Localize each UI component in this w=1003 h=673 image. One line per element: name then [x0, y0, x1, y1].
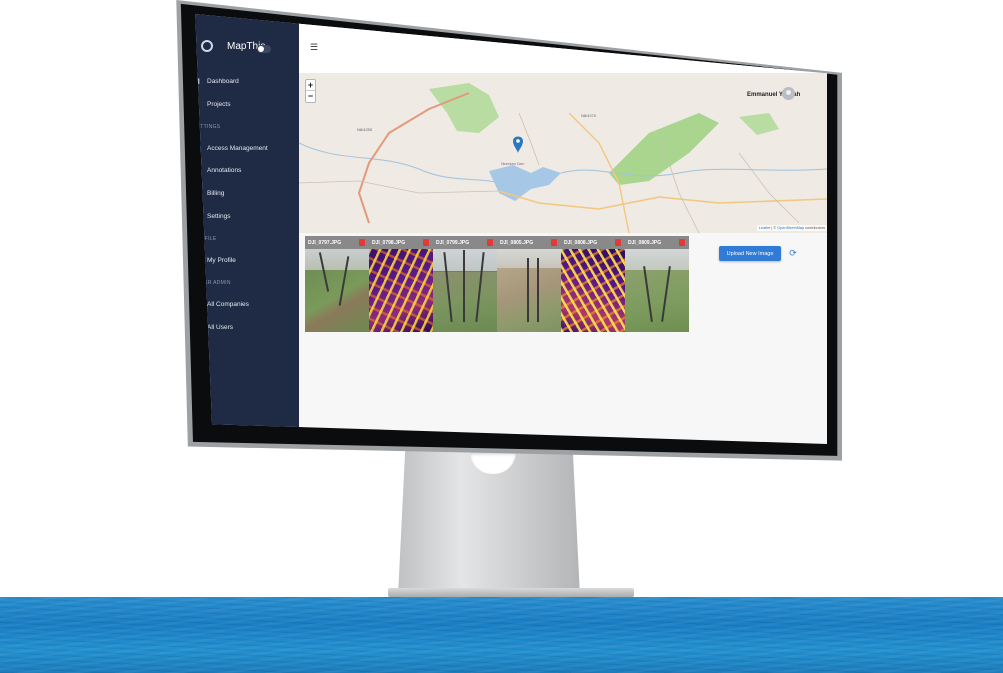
image-filename: DJI_0797.JPG [308, 239, 342, 246]
image-card-header: DJI_0808.JPG [561, 236, 625, 249]
sidebar-item-label: My Profile [207, 257, 236, 264]
road-minor [299, 180, 500, 194]
water-surface [0, 597, 1003, 673]
image-card[interactable]: DJI_0805.JPG [497, 236, 561, 332]
river [299, 142, 500, 184]
forest-area [429, 83, 499, 133]
leaflet-link[interactable]: Leaflet [759, 226, 770, 230]
image-filename: DJI_0799.JPG [436, 239, 470, 246]
thermal-image [561, 249, 625, 332]
thermal-image [369, 249, 433, 332]
photo-sky [305, 249, 369, 271]
lake [489, 165, 561, 201]
image-card-header: DJI_0798.JPG [369, 236, 433, 249]
monitor-stand-base [388, 588, 634, 597]
river [560, 168, 827, 177]
image-filename: DJI_0808.JPG [564, 239, 598, 246]
road-label: N8/4255 [357, 127, 373, 132]
sidebar-item-label: Billing [207, 190, 225, 197]
zoom-out-button[interactable]: − [306, 91, 315, 102]
photo-ground [433, 272, 497, 332]
sidebar-item-label: Access Management [207, 145, 268, 152]
zoom-in-button[interactable]: + [306, 80, 315, 91]
sidebar-item-label: Projects [207, 101, 231, 108]
menu-icon[interactable]: ☰ [310, 42, 318, 53]
sidebar-item-dashboard[interactable]: ▦ Dashboard [195, 78, 239, 85]
trash-icon[interactable] [679, 239, 685, 246]
trash-icon[interactable] [551, 239, 557, 246]
sidebar-item-label: Annotations [207, 167, 242, 174]
avatar[interactable] [782, 87, 795, 100]
place-label: Nkawkaw Dam [501, 162, 524, 166]
upload-new-image-button[interactable]: Upload New Image [719, 246, 781, 261]
image-card[interactable]: DJI_0808.JPG [561, 236, 625, 332]
road-label: N8/4270 [581, 113, 597, 118]
tower-structure [463, 250, 465, 322]
map-marker-dot [516, 139, 520, 143]
image-filename: DJI_0805.JPG [500, 239, 534, 246]
image-card[interactable]: DJI_0799.JPG [433, 236, 497, 332]
map-attribution: Leaflet | © OpenStreetMap contributors [756, 225, 827, 231]
logo-icon [201, 40, 213, 52]
image-gallery: DJI_0797.JPG DJI_0798.JPG DJI_0799.JPG D… [305, 236, 697, 334]
refresh-icon[interactable]: ⟳ [788, 248, 798, 258]
image-filename: DJI_0798.JPG [372, 239, 406, 246]
image-card[interactable]: DJI_0797.JPG [305, 236, 369, 332]
main-content: ☰ N8/4255 N8/4270 Nkawkaw Dam + − Leafle… [299, 14, 827, 444]
osm-link[interactable]: OpenStreetMap [777, 226, 804, 230]
brand[interactable]: MapThis [201, 40, 265, 52]
sidebar-item-label: All Users [207, 324, 234, 331]
image-filename: DJI_0809.JPG [628, 239, 662, 246]
image-card-header: DJI_0799.JPG [433, 236, 497, 249]
image-card[interactable]: DJI_0798.JPG [369, 236, 433, 332]
photo-ground [305, 270, 369, 332]
map-marker-icon[interactable] [513, 136, 523, 154]
zoom-control: + − [305, 79, 316, 103]
sidebar-item-access-management[interactable]: 👥 Access Management [195, 145, 268, 152]
trash-icon[interactable] [487, 239, 493, 246]
trash-icon[interactable] [615, 239, 621, 246]
forest-area [739, 113, 779, 135]
sidebar-item-label: All Companies [207, 301, 249, 308]
sidebar-item-label: Settings [207, 213, 231, 220]
theme-toggle[interactable] [257, 45, 271, 53]
road-minor [738, 152, 800, 224]
attribution-tail: contributors [804, 226, 825, 230]
trash-icon[interactable] [359, 239, 365, 246]
image-card[interactable]: DJI_0809.JPG [625, 236, 689, 332]
image-card-header: DJI_0809.JPG [625, 236, 689, 249]
image-card-header: DJI_0805.JPG [497, 236, 561, 249]
tower-structure [527, 258, 529, 322]
photo-sky [625, 249, 689, 271]
image-card-header: DJI_0797.JPG [305, 236, 369, 249]
monitor: MapThis ▦ Dashboard ✂ Projects SETTINGS … [0, 0, 1003, 470]
trash-icon[interactable] [423, 239, 429, 246]
photo-ground [497, 268, 561, 332]
photo-ground [625, 270, 689, 332]
sidebar-item-label: Dashboard [207, 78, 239, 85]
road-secondary [498, 190, 827, 210]
monitor-screen: MapThis ▦ Dashboard ✂ Projects SETTINGS … [195, 14, 827, 444]
tower-structure [537, 258, 539, 322]
